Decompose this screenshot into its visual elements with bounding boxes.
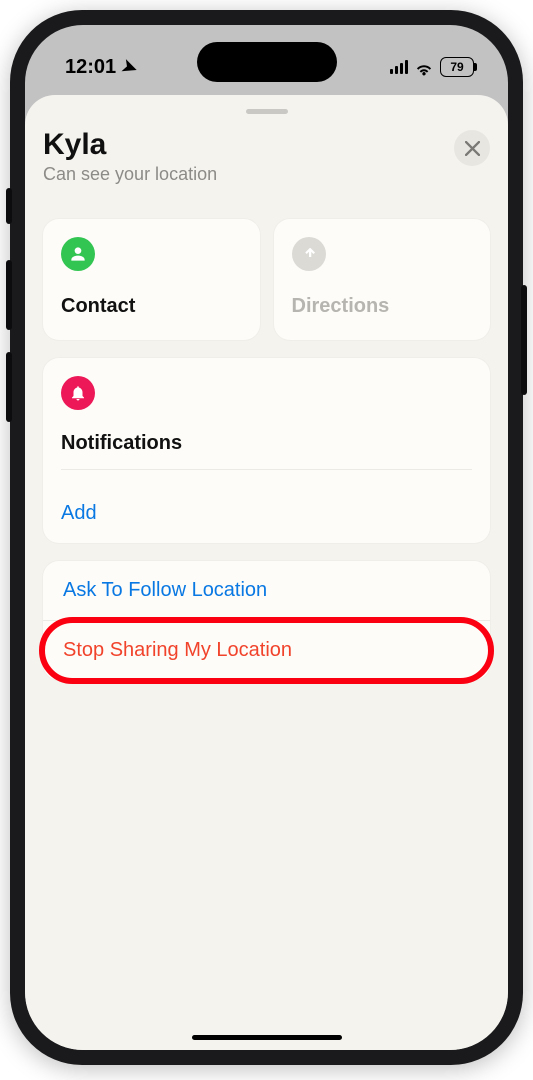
location-actions-panel: Ask To Follow Location Stop Sharing My L…	[43, 561, 490, 680]
status-time: 12:01	[65, 56, 116, 79]
add-label: Add	[61, 502, 97, 524]
screen: 12:01 ➤ 79 Kyla Can see your l	[25, 25, 508, 1050]
directions-card: Directions	[274, 219, 491, 340]
location-status-text: Can see your location	[43, 164, 217, 185]
ask-follow-location-button[interactable]: Ask To Follow Location	[43, 561, 490, 620]
ask-follow-label: Ask To Follow Location	[63, 579, 267, 601]
contact-label: Contact	[61, 295, 242, 318]
battery-level: 79	[450, 60, 463, 74]
person-icon	[61, 237, 95, 271]
volume-up-button	[6, 260, 12, 330]
volume-down-button	[6, 352, 12, 422]
sheet-grabber[interactable]	[246, 109, 288, 114]
close-icon	[465, 141, 480, 156]
add-notification-button[interactable]: Add	[43, 486, 490, 543]
close-button[interactable]	[454, 130, 490, 166]
person-name: Kyla	[43, 128, 217, 162]
directions-label: Directions	[292, 295, 473, 318]
person-sheet: Kyla Can see your location Contact	[25, 95, 508, 1050]
silence-switch	[6, 188, 12, 224]
stop-sharing-location-button[interactable]: Stop Sharing My Location	[43, 621, 490, 680]
contact-card[interactable]: Contact	[43, 219, 260, 340]
directions-icon	[292, 237, 326, 271]
notifications-panel: Notifications Add	[43, 358, 490, 543]
power-button	[521, 285, 527, 395]
wifi-icon	[414, 60, 434, 75]
dynamic-island	[197, 42, 337, 82]
bell-icon	[61, 376, 95, 410]
location-services-icon: ➤	[119, 55, 140, 80]
stop-sharing-label: Stop Sharing My Location	[63, 639, 292, 661]
battery-indicator: 79	[440, 57, 474, 77]
notifications-title: Notifications	[61, 432, 472, 455]
cellular-signal-icon	[390, 60, 408, 74]
phone-frame: 12:01 ➤ 79 Kyla Can see your l	[10, 10, 523, 1065]
home-indicator[interactable]	[192, 1035, 342, 1040]
